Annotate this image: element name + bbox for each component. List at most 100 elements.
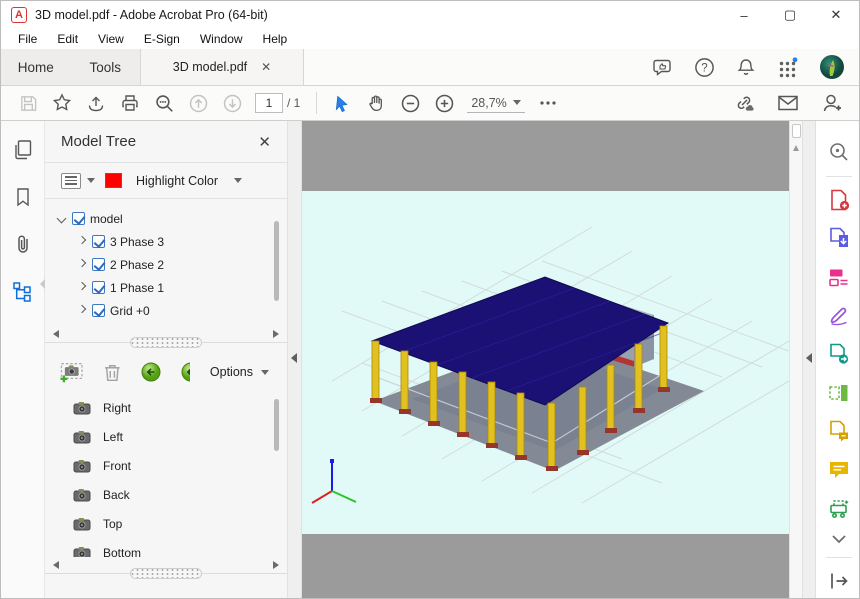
- scrollbar-thumb[interactable]: [792, 124, 801, 138]
- request-esignatures-icon[interactable]: [827, 412, 851, 451]
- chevron-down-icon[interactable]: [234, 178, 242, 183]
- zoom-level-dropdown[interactable]: 28,7%: [467, 94, 524, 113]
- crop-pages-icon[interactable]: [827, 373, 851, 412]
- select-tool-icon[interactable]: [325, 89, 359, 117]
- comment-icon[interactable]: [827, 450, 851, 489]
- zoom-out-icon[interactable]: [393, 89, 427, 117]
- checkbox-checked[interactable]: [92, 281, 105, 294]
- view-item-left[interactable]: Left: [73, 422, 287, 451]
- find-icon[interactable]: [147, 89, 181, 117]
- menu-view[interactable]: View: [89, 30, 133, 48]
- create-pdf-icon[interactable]: [827, 181, 851, 220]
- menu-window[interactable]: Window: [191, 30, 252, 48]
- add-user-icon[interactable]: [815, 89, 849, 117]
- minimize-button[interactable]: –: [721, 1, 767, 29]
- view-item-back[interactable]: Back: [73, 480, 287, 509]
- view-item-bottom[interactable]: Bottom: [73, 538, 287, 557]
- close-button[interactable]: ✕: [813, 1, 859, 29]
- previous-page-icon[interactable]: [181, 89, 215, 117]
- checkbox-checked[interactable]: [92, 304, 105, 317]
- views-vertical-scrollbar[interactable]: [274, 399, 279, 451]
- share-link-icon[interactable]: [727, 89, 761, 117]
- chevron-down-icon[interactable]: [87, 178, 95, 183]
- maximize-button[interactable]: ▢: [767, 1, 813, 29]
- view-item-top[interactable]: Top: [73, 509, 287, 538]
- expand-tools-icon[interactable]: [806, 353, 812, 363]
- checkbox-checked[interactable]: [92, 235, 105, 248]
- create-view-icon[interactable]: [59, 361, 84, 383]
- tab-close-icon[interactable]: ✕: [261, 60, 271, 74]
- menu-file[interactable]: File: [9, 30, 46, 48]
- tree-view-options-icon[interactable]: [61, 173, 81, 189]
- highlight-color-swatch[interactable]: [105, 173, 122, 188]
- app-grid-icon[interactable]: [777, 57, 798, 78]
- checkbox-checked[interactable]: [92, 258, 105, 271]
- tab-tools[interactable]: Tools: [71, 49, 141, 85]
- tree-row[interactable]: 2 Phase 2: [57, 253, 287, 276]
- scroll-right-icon[interactable]: [273, 330, 279, 338]
- options-dropdown[interactable]: Options: [206, 362, 273, 382]
- tree-row[interactable]: 3 Phase 3: [57, 230, 287, 253]
- zoom-in-icon[interactable]: [427, 89, 461, 117]
- tree-row-root[interactable]: model: [57, 207, 287, 230]
- tree-row[interactable]: 1 Phase 1: [57, 276, 287, 299]
- send-for-comments-icon[interactable]: [827, 335, 851, 374]
- view-item-right[interactable]: Right: [73, 393, 287, 422]
- panel-close-icon[interactable]: ✕: [258, 133, 271, 151]
- next-page-icon[interactable]: [215, 89, 249, 117]
- menu-help[interactable]: Help: [254, 30, 297, 48]
- more-tools-chevron-icon[interactable]: [830, 527, 848, 552]
- document-canvas[interactable]: [302, 121, 789, 599]
- hand-tool-icon[interactable]: [359, 89, 393, 117]
- tab-home[interactable]: Home: [1, 49, 71, 85]
- pdf-page[interactable]: [302, 191, 789, 534]
- scroll-right-icon[interactable]: [273, 561, 279, 569]
- scroll-left-icon[interactable]: [53, 561, 59, 569]
- expand-collapse-icon[interactable]: [77, 237, 87, 247]
- bookmarks-icon[interactable]: [14, 187, 32, 207]
- scroll-up-icon[interactable]: [793, 145, 799, 151]
- tools-collapse-strip[interactable]: [802, 121, 816, 599]
- expand-collapse-icon[interactable]: [77, 283, 87, 293]
- menu-edit[interactable]: Edit: [48, 30, 87, 48]
- email-icon[interactable]: [771, 89, 805, 117]
- help-icon[interactable]: ?: [694, 57, 715, 78]
- favorite-star-icon[interactable]: [45, 89, 79, 117]
- delete-view-trash-icon[interactable]: [104, 363, 121, 382]
- document-vertical-scrollbar[interactable]: [789, 121, 802, 599]
- expand-collapse-icon[interactable]: [77, 260, 87, 270]
- export-pdf-icon[interactable]: [827, 219, 851, 258]
- panel-splitter[interactable]: [45, 573, 287, 584]
- save-icon[interactable]: [11, 89, 45, 117]
- notifications-bell-icon[interactable]: [736, 57, 756, 78]
- fill-and-sign-icon[interactable]: [827, 296, 851, 335]
- print-icon[interactable]: [113, 89, 147, 117]
- scroll-left-icon[interactable]: [53, 330, 59, 338]
- tree-vertical-scrollbar[interactable]: [274, 221, 279, 301]
- tab-document[interactable]: 3D model.pdf ✕: [141, 49, 304, 85]
- 3d-model-annotation[interactable]: [302, 191, 789, 534]
- marquee-zoom-icon[interactable]: [827, 133, 851, 172]
- model-tree-panel-icon[interactable]: [12, 281, 34, 303]
- next-view-icon[interactable]: [181, 362, 190, 382]
- print-production-icon[interactable]: [827, 489, 851, 528]
- edit-pdf-icon[interactable]: [827, 258, 851, 297]
- user-avatar[interactable]: [819, 54, 845, 80]
- page-thumbnails-icon[interactable]: [13, 139, 33, 161]
- panel-splitter[interactable]: [45, 342, 287, 353]
- menu-esign[interactable]: E-Sign: [135, 30, 189, 48]
- expand-collapse-icon[interactable]: [77, 306, 87, 316]
- more-tools-icon[interactable]: [531, 89, 565, 117]
- expand-collapse-icon[interactable]: [57, 214, 67, 224]
- tree-row[interactable]: Grid +0: [57, 299, 287, 322]
- feedback-icon[interactable]: [651, 57, 673, 77]
- panel-collapse-strip[interactable]: [288, 121, 302, 599]
- view-item-front[interactable]: Front: [73, 451, 287, 480]
- collapse-panel-icon[interactable]: [291, 353, 297, 363]
- page-number-input[interactable]: 1: [255, 93, 283, 113]
- checkbox-checked[interactable]: [72, 212, 85, 225]
- open-tools-pane-icon[interactable]: [828, 561, 850, 599]
- attachments-paperclip-icon[interactable]: [14, 233, 32, 255]
- previous-view-icon[interactable]: [141, 362, 161, 382]
- share-upload-icon[interactable]: [79, 89, 113, 117]
